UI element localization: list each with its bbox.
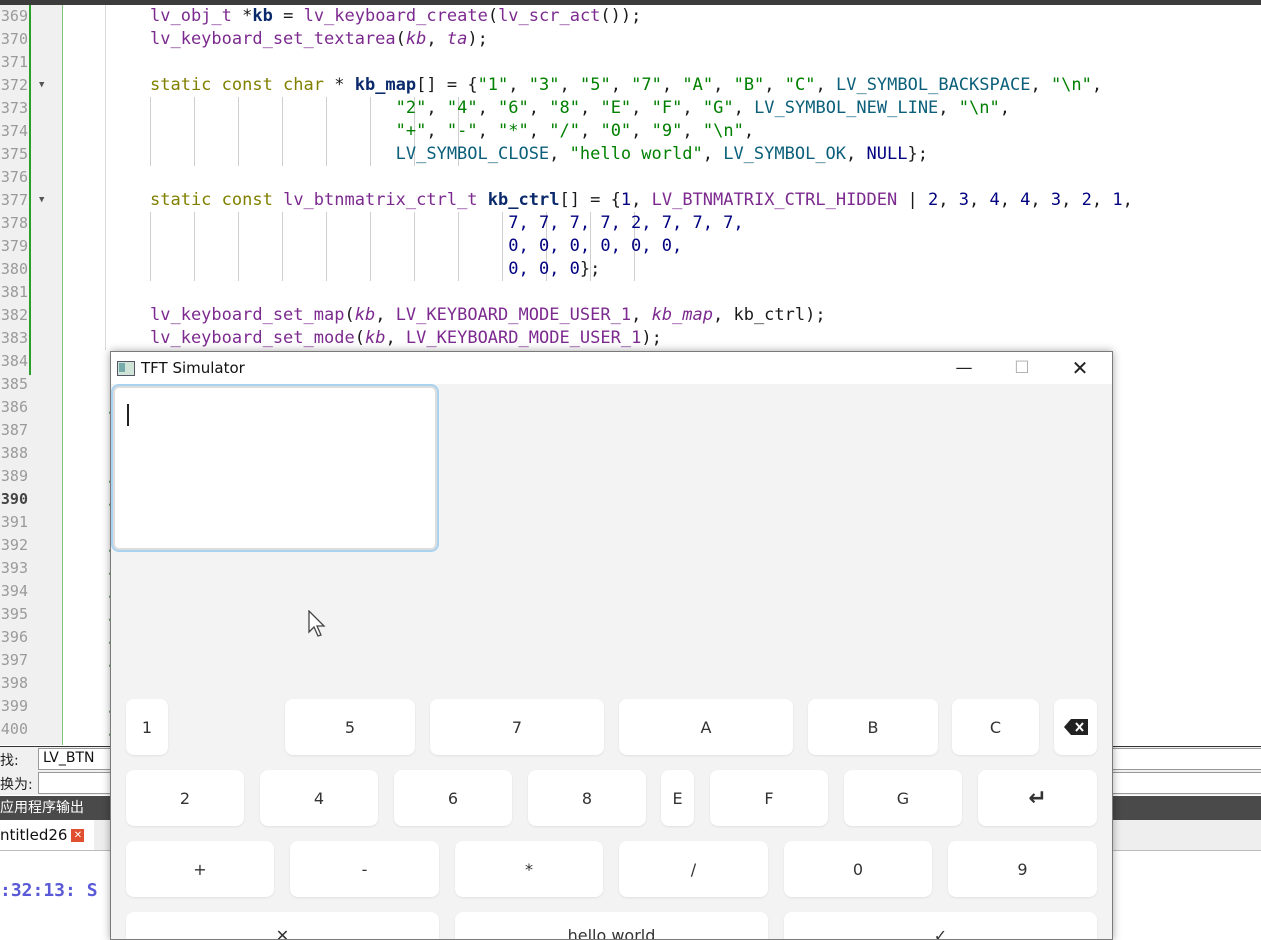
backspace-key[interactable]	[1054, 699, 1097, 755]
tft-simulator-window[interactable]: TFT Simulator — ☐ ✕ 1 5 7 A B C 2 4 6 8 …	[110, 351, 1113, 940]
window-title: TFT Simulator	[141, 359, 245, 377]
text-area[interactable]	[113, 386, 437, 550]
key-F[interactable]: F	[710, 770, 828, 826]
line-number: 380	[0, 260, 28, 278]
output-text: :32:13: S	[0, 880, 98, 901]
line-number: 393	[0, 559, 28, 577]
key-E[interactable]: E	[661, 770, 694, 826]
code-line: 7, 7, 7, 7, 2, 7, 7, 7,	[508, 213, 744, 233]
close-tab-icon[interactable]: ✕	[71, 829, 85, 842]
code-line: lv_obj_t *kb = lv_keyboard_create(lv_scr…	[150, 6, 642, 26]
fold-triangle-icon[interactable]: ▼	[39, 74, 44, 97]
app-icon	[117, 361, 135, 376]
code-line: lv_keyboard_set_map(kb, LV_KEYBOARD_MODE…	[150, 305, 826, 325]
key-B[interactable]: B	[808, 699, 938, 755]
key-4[interactable]: 4	[260, 770, 378, 826]
close-keyboard-key[interactable]: ✕	[126, 912, 439, 939]
fold-triangle-icon[interactable]: ▼	[39, 189, 44, 212]
line-number: 376	[0, 168, 28, 186]
key-0[interactable]: 0	[784, 841, 932, 897]
line-number: 371	[0, 53, 28, 71]
mouse-pointer-icon	[308, 610, 326, 637]
line-number: 373	[0, 99, 28, 117]
line-number: 396	[0, 628, 28, 646]
output-panel-title: 应用程序输出	[0, 800, 84, 816]
code-line: 0, 0, 0};	[508, 259, 601, 279]
line-number: 375	[0, 145, 28, 163]
line-number: 369	[0, 7, 28, 25]
text-caret	[127, 404, 129, 426]
output-tab-label: ntitled26	[0, 826, 68, 844]
line-number: 385	[0, 375, 28, 393]
key-9[interactable]: 9	[948, 841, 1097, 897]
key-minus[interactable]: -	[290, 841, 439, 897]
key-slash[interactable]: /	[619, 841, 768, 897]
line-number: 370	[0, 30, 28, 48]
modified-lines-marker	[29, 5, 31, 375]
close-icon[interactable]: ✕	[1057, 352, 1103, 384]
code-line: static const lv_btnmatrix_ctrl_t kb_ctrl…	[150, 190, 1133, 210]
ok-key[interactable]: ✓	[784, 912, 1097, 939]
line-number: 397	[0, 651, 28, 669]
maximize-icon[interactable]: ☐	[999, 352, 1045, 384]
key-star[interactable]: *	[455, 841, 603, 897]
line-number: 381	[0, 283, 28, 301]
backspace-icon	[1063, 719, 1088, 735]
line-number: 372	[0, 76, 28, 94]
minimize-icon[interactable]: —	[941, 352, 987, 384]
key-1[interactable]: 1	[126, 699, 168, 755]
line-number: 387	[0, 421, 28, 439]
code-line: "+", "-", "*", "/", "0", "9", "\n",	[395, 121, 755, 141]
key-plus[interactable]: +	[126, 841, 274, 897]
line-number: 382	[0, 306, 28, 324]
line-number-current: 390	[0, 490, 28, 508]
new-line-key[interactable]: ↵	[978, 770, 1097, 826]
line-number: 395	[0, 605, 28, 623]
key-8[interactable]: 8	[528, 770, 646, 826]
code-line: lv_keyboard_set_textarea(kb, ta);	[150, 29, 488, 49]
find-label: 找:	[0, 753, 19, 769]
replace-label: 换为:	[0, 777, 33, 793]
code-line: static const char * kb_map[] = {"1", "3"…	[150, 75, 1103, 95]
key-A[interactable]: A	[619, 699, 793, 755]
key-6[interactable]: 6	[394, 770, 512, 826]
line-number: 383	[0, 329, 28, 347]
line-number: 394	[0, 582, 28, 600]
line-number: 374	[0, 122, 28, 140]
key-7[interactable]: 7	[430, 699, 604, 755]
line-number: 389	[0, 467, 28, 485]
fold-guide	[105, 5, 106, 350]
line-number: 388	[0, 444, 28, 462]
key-G[interactable]: G	[844, 770, 962, 826]
line-number: 392	[0, 536, 28, 554]
line-number: 386	[0, 398, 28, 416]
gutter-divider	[62, 5, 63, 745]
line-number: 377	[0, 191, 28, 209]
line-number: 391	[0, 513, 28, 531]
line-number: 384	[0, 352, 28, 370]
line-number: 378	[0, 214, 28, 232]
key-C[interactable]: C	[952, 699, 1039, 755]
code-line: LV_SYMBOL_CLOSE, "hello world", LV_SYMBO…	[395, 144, 928, 164]
code-line: 0, 0, 0, 0, 0, 0,	[508, 236, 683, 256]
code-line: "2", "4", "6", "8", "E", "F", "G", LV_SY…	[395, 98, 1010, 118]
code-line: lv_keyboard_set_mode(kb, LV_KEYBOARD_MOD…	[150, 328, 662, 348]
line-number: 379	[0, 237, 28, 255]
line-number: 398	[0, 674, 28, 692]
find-input-value: LV_BTN	[43, 750, 95, 766]
key-2[interactable]: 2	[126, 770, 244, 826]
line-number: 400	[0, 720, 28, 738]
line-number: 399	[0, 697, 28, 715]
window-title-bar[interactable]: TFT Simulator — ☐ ✕	[111, 352, 1112, 384]
output-tab[interactable]: ntitled26 ✕	[0, 820, 95, 850]
key-5[interactable]: 5	[285, 699, 415, 755]
key-hello-world[interactable]: hello world	[455, 912, 768, 939]
